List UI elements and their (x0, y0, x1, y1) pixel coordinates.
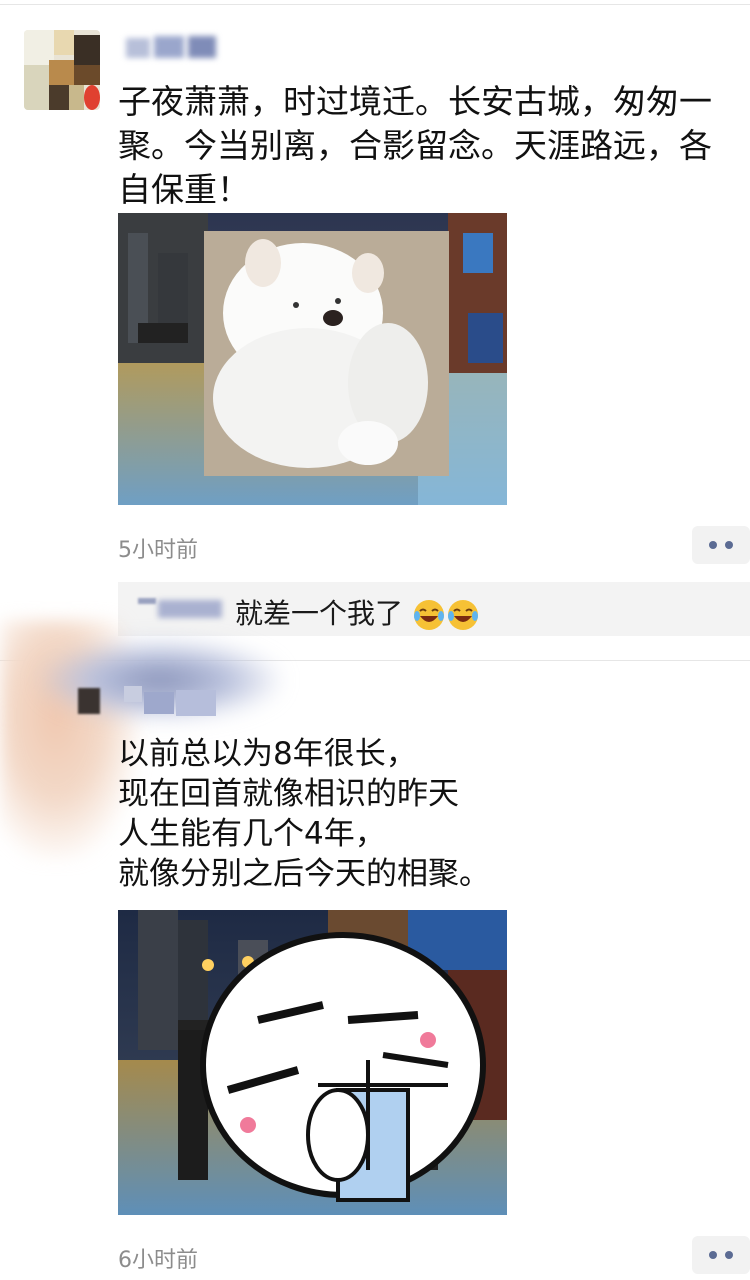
more-dots-icon (709, 1251, 717, 1259)
post-text-line: 人生能有几个4年， (118, 816, 386, 852)
post-text-line: 现在回首就像相识的昨天 (118, 776, 459, 812)
post-text-line: 以前总以为8年很长， (118, 736, 417, 772)
comment-text: 就差一个我了 (235, 592, 480, 632)
post-text-line: 自保重！ (118, 170, 250, 209)
more-dots-icon (709, 541, 717, 549)
post-photo[interactable] (118, 910, 507, 1215)
post-text: 子夜萧萧，时过境迁。长安古城，匆匆一 聚。今当别离，合影留念。天涯路远，各 自保… (118, 80, 712, 212)
user-avatar[interactable] (78, 688, 100, 714)
post-text-line: 子夜萧萧，时过境迁。长安古城，匆匆一 (118, 82, 712, 121)
post-text-line: 就像分别之后今天的相聚。 (118, 856, 490, 892)
user-avatar[interactable] (24, 30, 100, 110)
comment-text-content: 就差一个我了 (235, 597, 404, 630)
night-street-photo (118, 910, 507, 1215)
night-street-photo (118, 213, 507, 505)
more-dots-icon (725, 1251, 733, 1259)
top-divider (0, 4, 750, 5)
post-time: 6小时前 (118, 1248, 198, 1273)
post-text: 以前总以为8年很长， 现在回首就像相识的昨天 人生能有几个4年， 就像分别之后今… (118, 734, 490, 894)
more-button[interactable] (692, 1236, 750, 1274)
post-photo[interactable] (118, 213, 507, 505)
user-name[interactable] (126, 32, 226, 64)
laughing-with-tears-emoji (447, 600, 478, 630)
more-button[interactable] (692, 526, 750, 564)
commenter-name[interactable] (138, 592, 226, 622)
user-name[interactable] (124, 686, 220, 722)
laughing-with-tears-emoji (413, 600, 444, 630)
post-text-line: 聚。今当别离，合影留念。天涯路远，各 (118, 126, 712, 165)
more-dots-icon (725, 541, 733, 549)
post-time: 5小时前 (118, 538, 198, 563)
